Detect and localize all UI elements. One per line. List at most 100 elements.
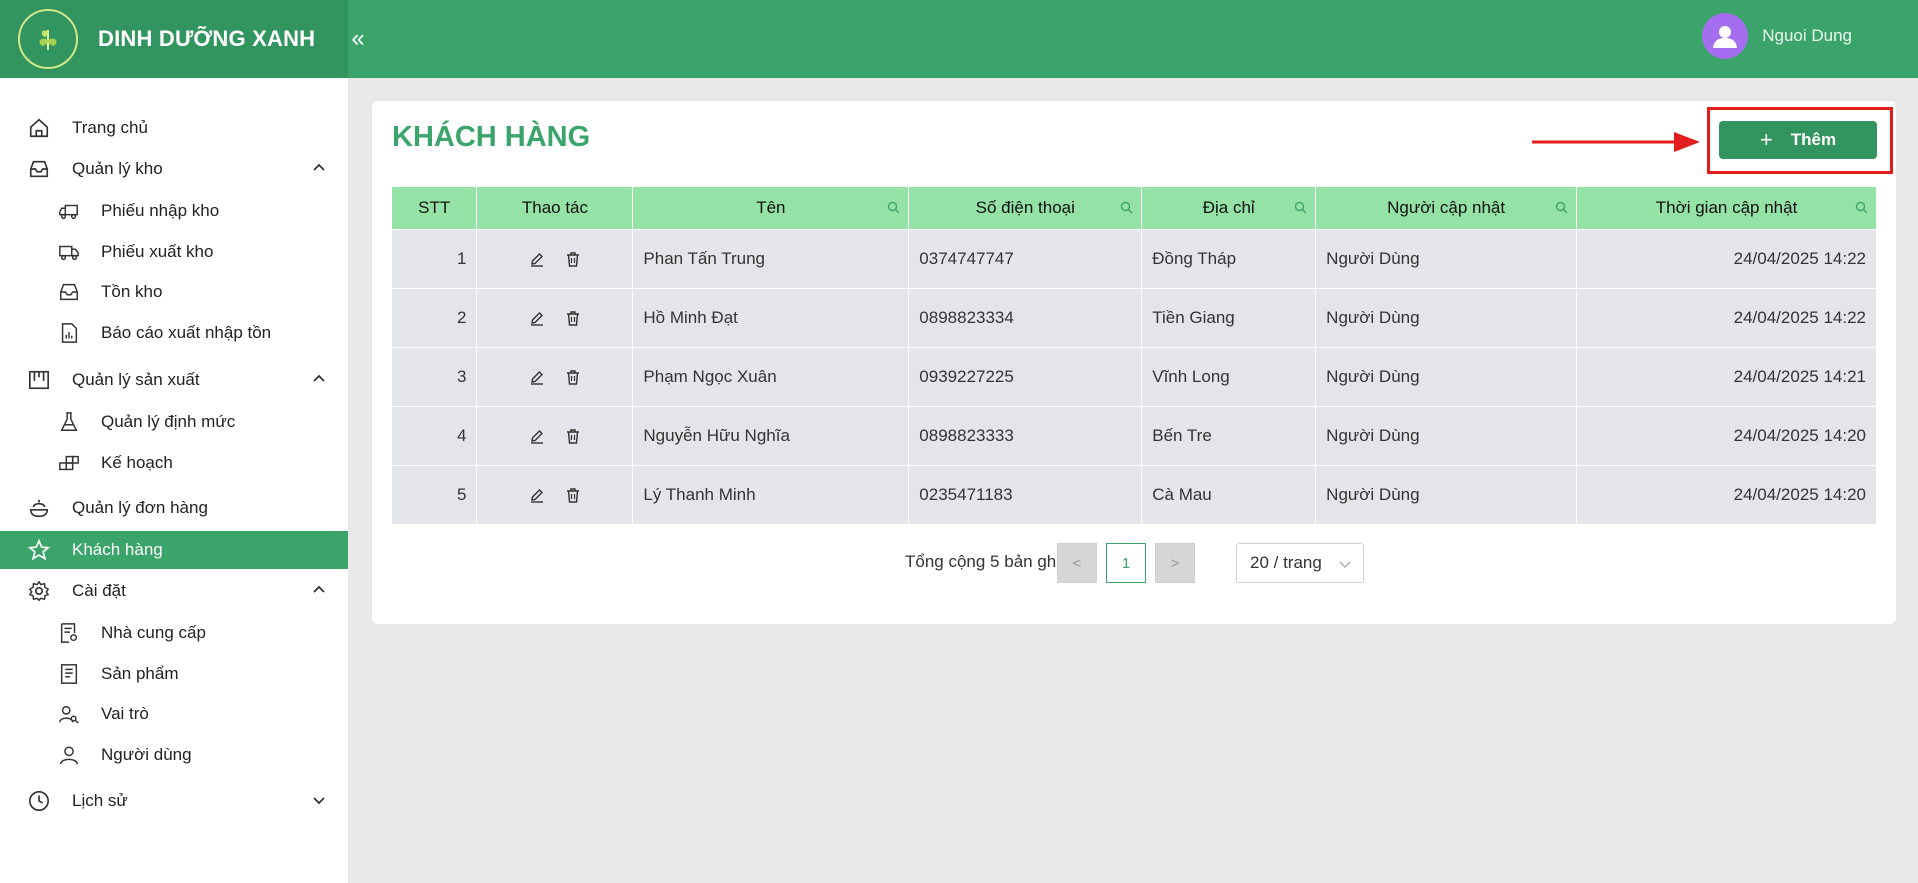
chevron-up-icon — [313, 585, 325, 593]
product-icon — [60, 664, 78, 684]
search-icon[interactable] — [1555, 201, 1568, 214]
user-icon — [60, 746, 78, 765]
delete-icon[interactable] — [565, 369, 581, 385]
sidebar-item-home[interactable]: Trang chủ — [0, 109, 348, 147]
edit-icon[interactable] — [529, 369, 545, 385]
sidebar-item-suppliers[interactable]: Nhà cung cấp — [0, 614, 348, 652]
sidebar-item-label: Phiếu xuất kho — [101, 242, 214, 261]
column-header-updated-time[interactable]: Thời gian cập nhật — [1576, 187, 1877, 229]
table-row[interactable]: 5 Lý Thanh Minh 0235471183 Cà Mau Người Dùng… — [392, 464, 1877, 524]
delete-icon[interactable] — [565, 310, 581, 326]
column-header-address[interactable]: Địa chỉ — [1141, 187, 1317, 229]
inbox-icon — [60, 283, 78, 301]
sidebar-item-export-receipt[interactable]: Phiếu xuất kho — [0, 233, 348, 271]
edit-icon[interactable] — [529, 251, 545, 267]
search-icon[interactable] — [887, 201, 900, 214]
sidebar-item-history[interactable]: Lịch sử — [0, 782, 348, 820]
sidebar-item-settings[interactable]: Cài đặt — [0, 572, 348, 610]
cell-actions — [476, 405, 634, 465]
cell-actions — [476, 287, 634, 347]
sidebar-item-label: Tồn kho — [101, 282, 163, 301]
column-header-actions: Thao tác — [476, 187, 634, 229]
sidebar-item-roles[interactable]: Vai trò — [0, 695, 348, 733]
truck-in-icon — [59, 204, 78, 220]
cell-address: Cà Mau — [1141, 464, 1317, 524]
column-header-stt[interactable]: STT — [392, 187, 478, 229]
cell-stt: 3 — [392, 346, 478, 406]
sidebar-item-production[interactable]: Quản lý sản xuất — [0, 361, 348, 399]
brand-area: DINH DƯỠNG XANH — [0, 0, 348, 78]
search-icon[interactable] — [1855, 201, 1868, 214]
sidebar-item-label: Báo cáo xuất nhập tồn — [101, 323, 272, 342]
prev-page-button[interactable]: < — [1057, 543, 1097, 583]
page-size-select[interactable]: 20 / trang — [1236, 543, 1364, 583]
sidebar-item-label: Quản lý sản xuất — [72, 370, 200, 389]
search-icon[interactable] — [1294, 201, 1307, 214]
sidebar-item-label: Kế hoạch — [101, 453, 173, 472]
gear-icon — [28, 580, 50, 602]
users-icon — [59, 705, 79, 724]
sidebar-item-customers[interactable]: Khách hàng — [0, 531, 348, 569]
next-page-button[interactable]: > — [1155, 543, 1195, 583]
pagination: Tổng cộng 5 bản ghi < 1 > 20 / trang — [372, 543, 1896, 583]
sidebar-item-label: Cài đặt — [72, 581, 126, 600]
delete-icon[interactable] — [565, 428, 581, 444]
column-header-label: Địa chỉ — [1202, 197, 1255, 217]
edit-icon[interactable] — [529, 428, 545, 444]
sidebar-item-products[interactable]: Sản phẩm — [0, 655, 348, 693]
customers-table: STT Thao tác Tên Số điện thoại Địa chỉ N… — [392, 187, 1877, 524]
cell-stt: 2 — [392, 287, 478, 347]
user-menu[interactable]: Nguoi Dung — [1702, 13, 1852, 59]
table-row[interactable]: 2 Hồ Minh Đạt 0898823334 Tiền Giang Người Dù… — [392, 287, 1877, 347]
sidebar-item-inventory[interactable]: Tồn kho — [0, 273, 348, 311]
delete-icon[interactable] — [565, 251, 581, 267]
search-icon[interactable] — [1120, 201, 1133, 214]
cell-updated-time: 24/04/2025 14:21 — [1576, 346, 1877, 406]
cell-updated-time: 24/04/2025 14:22 — [1576, 287, 1877, 347]
delete-icon[interactable] — [565, 487, 581, 503]
sidebar-item-warehouse[interactable]: Quản lý kho — [0, 150, 348, 188]
collapse-sidebar-button[interactable]: « — [348, 0, 368, 78]
cell-updated-time: 24/04/2025 14:22 — [1576, 228, 1877, 288]
sidebar-item-plan[interactable]: Kế hoạch — [0, 444, 348, 482]
avatar[interactable] — [1702, 13, 1749, 59]
page-1-button[interactable]: 1 — [1106, 543, 1146, 583]
column-header-label: Số điện thoại — [975, 197, 1075, 217]
sidebar-item-label: Nhà cung cấp — [101, 623, 206, 642]
sidebar-item-users[interactable]: Người dùng — [0, 736, 348, 774]
column-header-updater[interactable]: Người cập nhật — [1315, 187, 1578, 229]
page-title: KHÁCH HÀNG — [392, 121, 591, 153]
sidebar-item-report[interactable]: Báo cáo xuất nhập tồn — [0, 314, 348, 352]
column-header-name[interactable]: Tên — [632, 187, 910, 229]
edit-icon[interactable] — [529, 310, 545, 326]
sidebar-item-orders[interactable]: Quản lý đơn hàng — [0, 489, 348, 527]
cell-stt: 1 — [392, 228, 478, 288]
sidebar-item-label: Sản phẩm — [101, 664, 179, 683]
dish-icon — [29, 499, 49, 518]
report-icon — [61, 323, 78, 343]
cell-address: Đồng Tháp — [1141, 228, 1317, 288]
column-header-phone[interactable]: Số điện thoại — [908, 187, 1143, 229]
table-row[interactable]: 3 Phạm Ngọc Xuân 0939227225 Vĩnh Long Người … — [392, 346, 1877, 406]
cell-stt: 4 — [392, 405, 478, 465]
cell-updater: Người Dùng — [1315, 464, 1578, 524]
user-name: Nguoi Dung — [1762, 26, 1852, 45]
cell-updated-time: 24/04/2025 14:20 — [1576, 405, 1877, 465]
table-row[interactable]: 1 Phan Tấn Trung 0374747747 Đồng Tháp Người … — [392, 228, 1877, 288]
add-button[interactable]: + Thêm — [1719, 121, 1877, 159]
edit-icon[interactable] — [529, 487, 545, 503]
sidebar-item-label: Khách hàng — [72, 540, 163, 559]
cell-phone: 0374747747 — [908, 228, 1143, 288]
sidebar-item-import-receipt[interactable]: Phiếu nhập kho — [0, 192, 348, 230]
sidebar-item-norms[interactable]: Quản lý định mức — [0, 403, 348, 441]
sidebar-item-label: Lịch sử — [72, 791, 128, 810]
cell-updater: Người Dùng — [1315, 346, 1578, 406]
sidebar-item-label: Vai trò — [101, 704, 149, 723]
sidebar-item-label: Trang chủ — [72, 118, 148, 137]
cell-address: Vĩnh Long — [1141, 346, 1317, 406]
table-row[interactable]: 4 Nguyễn Hữu Nghĩa 0898823333 Bến Tre Người … — [392, 405, 1877, 465]
column-header-label: Người cập nhật — [1387, 197, 1506, 217]
cell-name: Phạm Ngọc Xuân — [632, 346, 910, 406]
cell-phone: 0898823334 — [908, 287, 1143, 347]
chevron-up-icon — [313, 163, 325, 171]
